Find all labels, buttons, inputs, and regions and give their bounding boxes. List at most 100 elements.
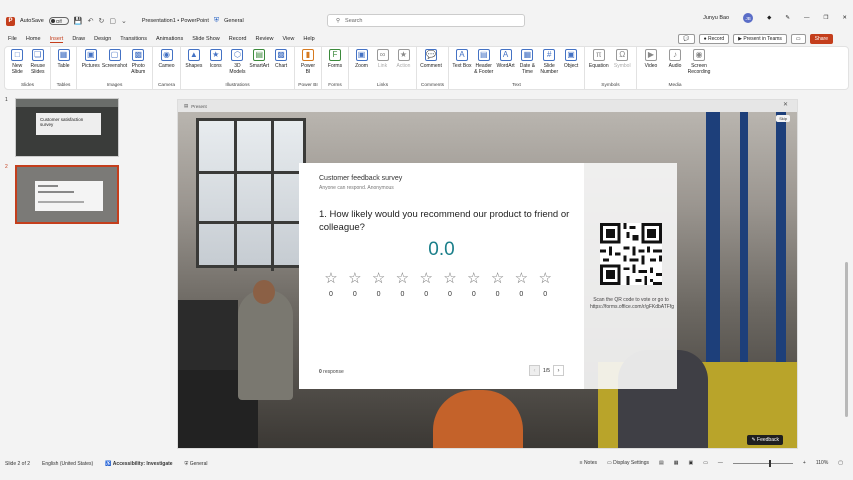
seated-person-head bbox=[253, 280, 275, 304]
star-icon[interactable]: ☆ bbox=[443, 271, 456, 286]
group-links: ▣ Zoom ∞ Link ★ Action Links bbox=[349, 47, 417, 89]
language-status[interactable]: English (United States) bbox=[42, 461, 93, 467]
star-icon[interactable]: ☆ bbox=[491, 271, 504, 286]
scan-instructions: Scan the QR code to vote or go to https:… bbox=[590, 297, 675, 310]
group-label-symbols: Symbols bbox=[601, 83, 620, 88]
star-count: 0 bbox=[352, 291, 357, 298]
search-input[interactable]: ⚲ Search bbox=[327, 14, 525, 27]
slide-thumbnail-2[interactable] bbox=[15, 165, 119, 224]
star-icon[interactable]: ☆ bbox=[419, 271, 432, 286]
accessibility-status[interactable]: ♿ Accessibility: Investigate bbox=[105, 461, 172, 467]
reading-view-icon[interactable]: ▣ bbox=[688, 460, 693, 466]
vertical-scrollbar[interactable] bbox=[845, 262, 848, 417]
slide-thumbnail-1-title: Customer satisfaction survey bbox=[36, 113, 101, 135]
rating-stars: ☆ 0 ☆ 0 ☆ 0 ☆ 0 ☆ 0 ☆ 0 ☆ 0 ☆ 0 ☆ 0 ☆ 0 bbox=[323, 271, 553, 298]
redo-icon[interactable]: ↻ bbox=[98, 17, 104, 25]
feedback-button[interactable]: ✎ Feedback bbox=[747, 435, 783, 445]
present-in-teams-button[interactable]: ▶ Present in Teams bbox=[733, 34, 787, 44]
avatar[interactable]: JB bbox=[743, 13, 754, 23]
star-icon[interactable]: ☆ bbox=[538, 271, 551, 286]
tab-design[interactable]: Design bbox=[94, 36, 111, 42]
autosave-toggle[interactable]: Off bbox=[48, 17, 69, 25]
status-bar: Slide 2 of 2 English (United States) ♿ A… bbox=[0, 458, 853, 470]
save-icon[interactable]: 💾 bbox=[74, 17, 83, 25]
tab-slide-show[interactable]: Slide Show bbox=[192, 36, 220, 42]
star-count: 0 bbox=[495, 291, 500, 298]
minimize-icon[interactable]: — bbox=[804, 15, 810, 21]
survey-card: Customer feedback survey Anyone can resp… bbox=[299, 163, 584, 389]
star-icon[interactable]: ☆ bbox=[324, 271, 337, 286]
zoom-out-icon[interactable]: — bbox=[718, 460, 723, 466]
group-tables: ▦ Table Tables bbox=[51, 47, 77, 89]
response-count: 0 response bbox=[319, 369, 344, 375]
slide-thumbnail-1[interactable]: Customer satisfaction survey bbox=[15, 98, 119, 157]
zoom-level[interactable]: 110% bbox=[816, 460, 828, 466]
restore-icon[interactable]: ❐ bbox=[823, 15, 828, 21]
tab-view[interactable]: View bbox=[283, 36, 295, 42]
star-count: 0 bbox=[424, 291, 429, 298]
search-placeholder: Search bbox=[345, 17, 363, 24]
group-label-tables: Tables bbox=[56, 83, 71, 88]
display-settings-button[interactable]: ▭ Display Settings bbox=[607, 460, 649, 466]
star-count: 0 bbox=[471, 291, 476, 298]
menu-bar: File Home Insert Draw Design Transitions… bbox=[0, 33, 853, 45]
tab-draw[interactable]: Draw bbox=[72, 36, 85, 42]
group-label-illustrations: Illustrations bbox=[225, 83, 250, 88]
notes-button[interactable]: ≡ Notes bbox=[580, 460, 597, 466]
slide-sorter-icon[interactable]: ▦ bbox=[674, 460, 679, 466]
title-bar: P AutoSave Off 💾 ↶ ↻ ▢ ⌄ Presentation1 •… bbox=[0, 10, 853, 32]
shield-icon: ⛨ bbox=[213, 17, 220, 24]
slide-canvas[interactable]: ▤ Present ✕ Skip Customer feedback surve… bbox=[177, 99, 798, 449]
sensitivity-status[interactable]: ⛨ General bbox=[185, 461, 208, 467]
zoom-slider[interactable] bbox=[732, 459, 793, 467]
normal-view-icon[interactable]: ▤ bbox=[659, 460, 664, 466]
average-score: 0.0 bbox=[428, 239, 455, 260]
share-button[interactable]: Share bbox=[809, 34, 833, 44]
comments-button[interactable]: 💬 bbox=[678, 34, 695, 44]
previous-question-button[interactable]: ‹ bbox=[529, 365, 541, 376]
group-label-text: Text bbox=[512, 83, 521, 88]
autosave-label: AutoSave bbox=[20, 18, 44, 24]
survey-title: Customer feedback survey bbox=[319, 175, 403, 182]
tab-insert[interactable]: Insert bbox=[49, 36, 64, 43]
close-icon[interactable]: ✕ bbox=[842, 15, 847, 21]
forms-icon: ▤ bbox=[184, 103, 189, 108]
tab-animations[interactable]: Animations bbox=[156, 36, 183, 42]
group-label-slides: Slides bbox=[20, 83, 35, 88]
star-icon[interactable]: ☆ bbox=[348, 271, 361, 286]
tab-help[interactable]: Help bbox=[303, 36, 314, 42]
star-icon[interactable]: ☆ bbox=[396, 271, 409, 286]
group-label-images: Images bbox=[106, 83, 123, 88]
tab-record[interactable]: Record bbox=[229, 36, 247, 42]
tab-home[interactable]: Home bbox=[26, 36, 41, 42]
sensitivity-label[interactable]: General bbox=[224, 18, 244, 24]
star-count: 0 bbox=[448, 291, 452, 298]
survey-subtitle: Anyone can respond. Anonymous bbox=[319, 185, 394, 191]
tab-transitions[interactable]: Transitions bbox=[120, 36, 147, 42]
star-icon[interactable]: ☆ bbox=[515, 271, 528, 286]
star-icon[interactable]: ☆ bbox=[372, 271, 385, 286]
skip-button[interactable]: Skip bbox=[776, 115, 790, 122]
undo-icon[interactable]: ↶ bbox=[88, 17, 94, 25]
document-title: Presentation1 • PowerPoint bbox=[141, 18, 209, 24]
group-label-forms: Forms bbox=[328, 83, 342, 88]
group-powerbi: ▮ Power BI Power BI bbox=[295, 47, 322, 89]
star-icon[interactable]: ☆ bbox=[467, 271, 480, 286]
premium-icon[interactable]: ◆ bbox=[767, 15, 771, 21]
close-icon[interactable]: ✕ bbox=[783, 101, 788, 108]
fit-to-window-icon[interactable]: ▢ bbox=[838, 460, 843, 466]
seated-person bbox=[238, 290, 293, 400]
slideshow-icon[interactable]: ▭ bbox=[703, 460, 708, 466]
next-question-button[interactable]: › bbox=[553, 365, 564, 376]
present-button[interactable]: ▭ bbox=[790, 34, 806, 44]
group-comments: 💬 Comment Comments bbox=[417, 47, 449, 89]
pen-icon[interactable]: ✎ bbox=[785, 15, 790, 21]
tab-file[interactable]: File bbox=[8, 36, 17, 42]
customize-qat-icon[interactable]: ⌄ bbox=[121, 17, 127, 25]
zoom-in-icon[interactable]: + bbox=[803, 460, 806, 466]
record-button[interactable]: ● Record bbox=[698, 34, 730, 44]
background-window bbox=[196, 118, 309, 271]
tab-review[interactable]: Review bbox=[255, 36, 273, 42]
presenter-icon[interactable]: ▢ bbox=[109, 17, 116, 25]
powerpoint-logo-icon: P bbox=[6, 16, 15, 26]
